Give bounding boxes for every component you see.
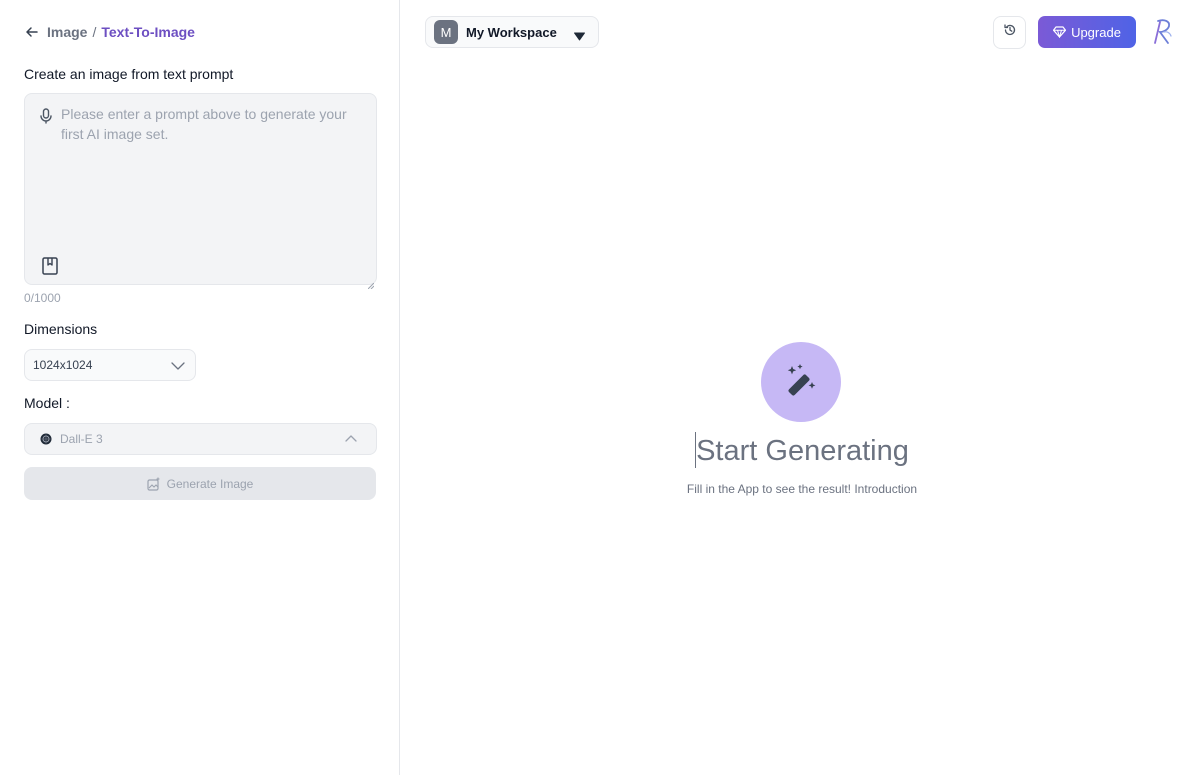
model-select[interactable]: Dall-E 3 — [24, 423, 377, 455]
breadcrumb-separator: / — [92, 24, 97, 40]
history-button[interactable] — [993, 16, 1026, 49]
prompt-input[interactable] — [61, 104, 366, 244]
arrow-left-icon[interactable] — [24, 24, 40, 40]
model-label: Model : — [24, 395, 70, 411]
model-value: Dall-E 3 — [60, 432, 103, 446]
upgrade-button[interactable]: Upgrade — [1038, 16, 1136, 48]
main-area: M My Workspace Upgrade Start Generating … — [401, 0, 1203, 775]
breadcrumb: Image / Text-To-Image — [24, 22, 195, 42]
resize-grip-icon[interactable] — [367, 276, 375, 290]
history-icon — [1003, 23, 1017, 42]
breadcrumb-current: Text-To-Image — [101, 24, 195, 40]
workspace-selector[interactable]: M My Workspace — [425, 16, 599, 48]
dimensions-select[interactable]: 1024x1024 — [24, 349, 196, 381]
empty-state-badge — [761, 342, 841, 422]
generate-image-button[interactable]: Generate Image — [24, 467, 376, 500]
breadcrumb-root[interactable]: Image — [47, 24, 87, 40]
empty-state-subtitle: Fill in the App to see the result! Intro… — [686, 482, 918, 496]
upgrade-label: Upgrade — [1071, 24, 1121, 40]
dimensions-label: Dimensions — [24, 321, 98, 337]
chevron-down-icon — [171, 359, 185, 373]
magic-wand-icon — [783, 362, 819, 403]
prompt-box — [24, 93, 377, 290]
generate-button-label: Generate Image — [166, 476, 254, 491]
empty-state-title: Start Generating — [696, 435, 909, 467]
workspace-avatar: M — [434, 20, 458, 44]
caret-down-icon — [574, 28, 585, 41]
prompt-section-title: Create an image from text prompt — [24, 66, 234, 82]
diamond-icon — [1053, 26, 1067, 38]
workspace-name: My Workspace — [466, 24, 557, 40]
chevron-up-icon — [345, 433, 357, 445]
microphone-icon[interactable] — [39, 108, 53, 124]
empty-state-title-wrap: Start Generating — [401, 432, 1203, 470]
dimensions-value: 1024x1024 — [33, 358, 93, 372]
brand-logo[interactable] — [1151, 18, 1175, 46]
bookmark-icon[interactable] — [41, 256, 59, 276]
openai-icon — [40, 433, 52, 445]
char-count: 0/1000 — [24, 291, 61, 305]
left-panel: Image / Text-To-Image Create an image fr… — [0, 0, 400, 775]
image-sparkle-icon — [147, 477, 161, 491]
